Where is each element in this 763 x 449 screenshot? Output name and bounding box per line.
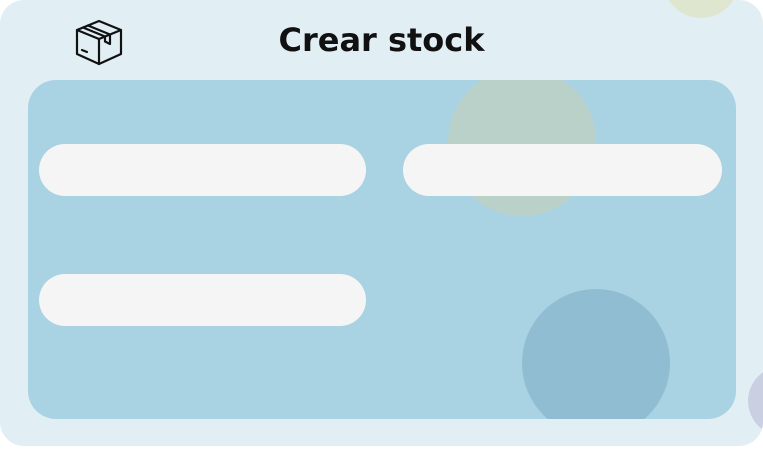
stock-input-1[interactable] bbox=[39, 144, 366, 196]
stock-form-panel bbox=[28, 80, 736, 419]
page-title: Crear stock bbox=[278, 21, 485, 59]
stock-input-2[interactable] bbox=[403, 144, 722, 196]
decorative-circle-right bbox=[748, 366, 763, 436]
decorative-circle-blue bbox=[522, 289, 670, 419]
stock-input-3[interactable] bbox=[39, 274, 366, 326]
decorative-circle-top bbox=[663, 0, 739, 18]
create-stock-card: Crear stock bbox=[0, 0, 763, 446]
